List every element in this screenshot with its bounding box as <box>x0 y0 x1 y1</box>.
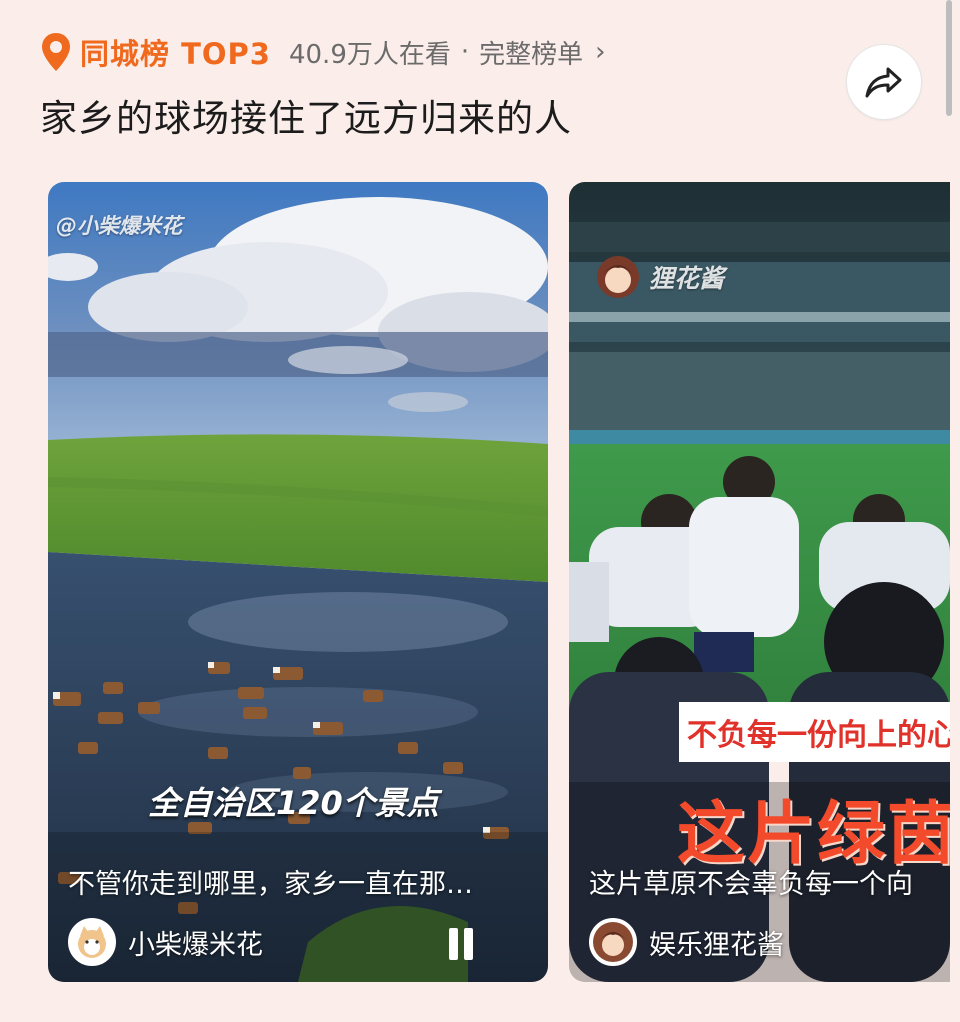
video-caption: 不管你走到哪里，家乡一直在那… <box>68 869 473 900</box>
watermark-text: 狸花酱 <box>649 264 725 293</box>
girl-avatar-icon <box>593 922 633 962</box>
chevron-right-icon: › <box>595 37 606 67</box>
page-title: 家乡的球场接住了远方归来的人 <box>40 97 572 140</box>
full-list-link[interactable]: 完整榜单 <box>479 34 583 71</box>
ranking-header[interactable]: 同城榜 TOP3 40.9万人在看 · 完整榜单 › <box>40 28 606 76</box>
girl-avatar-icon <box>597 256 639 298</box>
video-banner: 不负每一份向上的心 <box>679 702 950 762</box>
shiba-avatar-icon <box>78 926 106 958</box>
pause-button[interactable] <box>446 928 476 960</box>
pause-icon <box>449 928 458 960</box>
video-card[interactable]: 狸花酱 不负每一份向上的心 这片绿茵 这片草原不会辜负每一个向 娱乐狸花酱 <box>569 182 950 982</box>
avatar[interactable] <box>589 918 637 966</box>
author-name[interactable]: 娱乐狸花酱 <box>649 923 784 962</box>
author-name[interactable]: 小柴爆米花 <box>128 923 263 962</box>
video-card[interactable]: @小柴爆米花 全自治区120个景点 不管你走到哪里，家乡一直在那… 小柴爆米花 <box>48 182 548 982</box>
video-watermark: 狸花酱 <box>595 254 724 300</box>
author-row[interactable]: 小柴爆米花 <box>68 918 263 966</box>
video-caption: 这片草原不会辜负每一个向 <box>589 869 913 900</box>
author-row[interactable]: 娱乐狸花酱 <box>589 918 784 966</box>
avatar[interactable] <box>68 918 116 966</box>
rank-title: 同城榜 TOP3 <box>80 37 271 71</box>
scrollbar[interactable] <box>946 0 952 116</box>
video-watermark: @小柴爆米花 <box>56 214 182 238</box>
video-overlay-text: 全自治区120个景点 <box>148 784 439 822</box>
share-button[interactable] <box>846 44 922 120</box>
banner-text: 不负每一份向上的心 <box>687 718 950 753</box>
separator-dot: · <box>460 37 470 67</box>
viewer-count: 40.9万人在看 <box>288 39 451 70</box>
map-pin-icon <box>42 33 70 71</box>
share-arrow-icon <box>865 67 902 98</box>
